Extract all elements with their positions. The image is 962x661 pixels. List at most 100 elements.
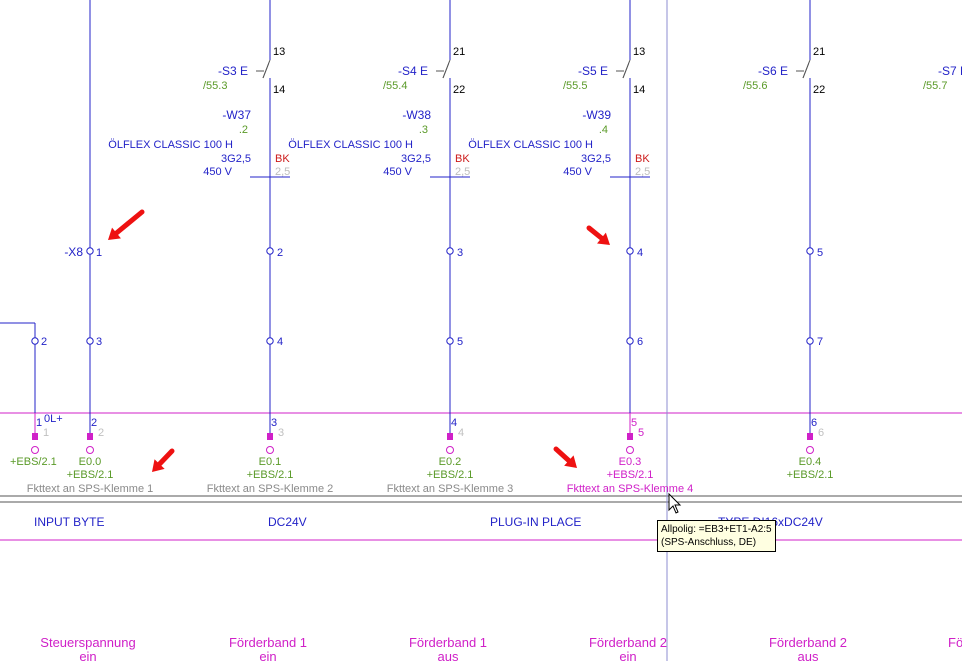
plc-terminal-ghost: 4 [458, 427, 464, 439]
function-description: Förderband 1 [229, 635, 307, 650]
tooltip-line-1: Allpolig: =EB3+ET1-A2:5 [661, 524, 772, 535]
cable-voltage: 450 V [563, 166, 592, 178]
terminal-number: 3 [457, 247, 463, 259]
cable-cross-section: 3G2,5 [581, 153, 611, 165]
header-label: INPUT BYTE [34, 515, 104, 529]
plc-terminal-marker [267, 433, 273, 440]
plc-terminal-ghost: 1 [43, 427, 49, 439]
cable-name: -W38 [402, 108, 431, 122]
wire-color: BK [455, 153, 470, 165]
function-text: Fkttext an SPS-Klemme 4 [567, 483, 694, 495]
terminal-connector[interactable] [806, 337, 814, 345]
terminal-connector[interactable] [626, 337, 634, 345]
header-label: DC24V [268, 515, 307, 529]
terminal-number: 2 [277, 247, 283, 259]
plc-terminal-number: 6 [811, 417, 817, 429]
terminal-number: 4 [277, 336, 283, 348]
plc-terminal-ghost: 6 [818, 427, 824, 439]
cable-index: .3 [419, 124, 428, 136]
plc-location-ref: +EBS/2.1 [427, 469, 474, 481]
plc-connection-point[interactable] [86, 446, 94, 454]
contact-number-bottom: 14 [633, 84, 645, 96]
wire-size: 2,5 [275, 166, 290, 178]
contact-number-bottom: 22 [813, 84, 825, 96]
supply-label: 0L+ [44, 413, 63, 425]
annotation-arrow [553, 446, 577, 468]
terminal-connector[interactable] [806, 247, 814, 255]
device-tag: -S3 E [218, 64, 248, 78]
device-tag: -S7 E [938, 64, 962, 78]
terminal-number: 1 [96, 247, 102, 259]
plc-terminal-marker [32, 433, 38, 440]
function-description: Förderband 1 [409, 635, 487, 650]
cross-reference: /55.4 [383, 80, 407, 92]
terminal-connector[interactable] [31, 337, 39, 345]
plc-terminal-marker [627, 433, 633, 440]
terminal-connector[interactable] [86, 337, 94, 345]
tooltip: Allpolig: =EB3+ET1-A2:5 (SPS-Anschluss, … [657, 520, 776, 552]
contact-number-top: 21 [813, 46, 825, 58]
switch-contact [262, 59, 271, 79]
cable-cross-section: 3G2,5 [401, 153, 431, 165]
plc-address: E0.1 [259, 456, 282, 468]
device-tag: -S6 E [758, 64, 788, 78]
function-text: Fkttext an SPS-Klemme 2 [207, 483, 334, 495]
plc-terminal-number: 3 [271, 417, 277, 429]
function-description-2: ein [619, 649, 636, 661]
cable-type: ÖLFLEX CLASSIC 100 H [108, 139, 233, 151]
plc-connection-point[interactable] [446, 446, 454, 454]
plc-connection-point[interactable] [806, 446, 814, 454]
terminal-number: 7 [817, 336, 823, 348]
cable-name: -W37 [222, 108, 251, 122]
plc-location-ref: +EBS/2.1 [247, 469, 294, 481]
wire-size: 2,5 [455, 166, 470, 178]
terminal-number: 5 [817, 247, 823, 259]
cross-reference: /55.5 [563, 80, 587, 92]
plc-terminal-marker [87, 433, 93, 440]
terminal-number: 5 [457, 336, 463, 348]
function-description-2: ein [259, 649, 276, 661]
plc-terminal-ghost: 2 [98, 427, 104, 439]
terminal-connector[interactable] [446, 247, 454, 255]
plc-connection-point[interactable] [31, 446, 39, 454]
plc-connection-point[interactable] [626, 446, 634, 454]
contact-number-top: 13 [633, 46, 645, 58]
cross-reference: /55.3 [203, 80, 227, 92]
terminal-number: 2 [41, 336, 47, 348]
function-description: Förderband 2 [589, 635, 667, 650]
terminal-number: 6 [637, 336, 643, 348]
contact-number-bottom: 14 [273, 84, 285, 96]
plc-terminal-ghost: 5 [638, 427, 644, 439]
plc-location-ref: +EBS/2.1 [10, 456, 57, 468]
function-description: Fö [948, 635, 962, 650]
cross-reference: /55.6 [743, 80, 767, 92]
plc-terminal-marker [807, 433, 813, 440]
terminal-connector[interactable] [266, 337, 274, 345]
plc-address: E0.0 [79, 456, 102, 468]
plc-location-ref: +EBS/2.1 [67, 469, 114, 481]
terminal-number: 4 [637, 247, 643, 259]
contact-number-top: 21 [453, 46, 465, 58]
plc-terminal-number: 2 [91, 417, 97, 429]
terminal-connector[interactable] [626, 247, 634, 255]
wire-color: BK [275, 153, 290, 165]
plc-connection-point[interactable] [266, 446, 274, 454]
plc-location-ref: +EBS/2.1 [607, 469, 654, 481]
function-text: Fkttext an SPS-Klemme 3 [387, 483, 514, 495]
terminal-connector[interactable] [446, 337, 454, 345]
switch-contact [802, 59, 811, 79]
schematic-canvas[interactable]: INPUT BYTEDC24VPLUG-IN PLACETYPE DI16xDC… [0, 0, 962, 661]
terminal-connector[interactable] [266, 247, 274, 255]
contact-number-top: 13 [273, 46, 285, 58]
plc-terminal-number: 4 [451, 417, 457, 429]
function-description: Förderband 2 [769, 635, 847, 650]
cable-type: ÖLFLEX CLASSIC 100 H [288, 139, 413, 151]
function-description-2: ein [79, 649, 96, 661]
wire-color: BK [635, 153, 650, 165]
terminal-connector[interactable] [86, 247, 94, 255]
plc-terminal-ghost: 3 [278, 427, 284, 439]
function-description-2: aus [798, 649, 819, 661]
plc-address: E0.3 [619, 456, 642, 468]
mouse-cursor [668, 492, 682, 514]
terminal-number: 3 [96, 336, 102, 348]
